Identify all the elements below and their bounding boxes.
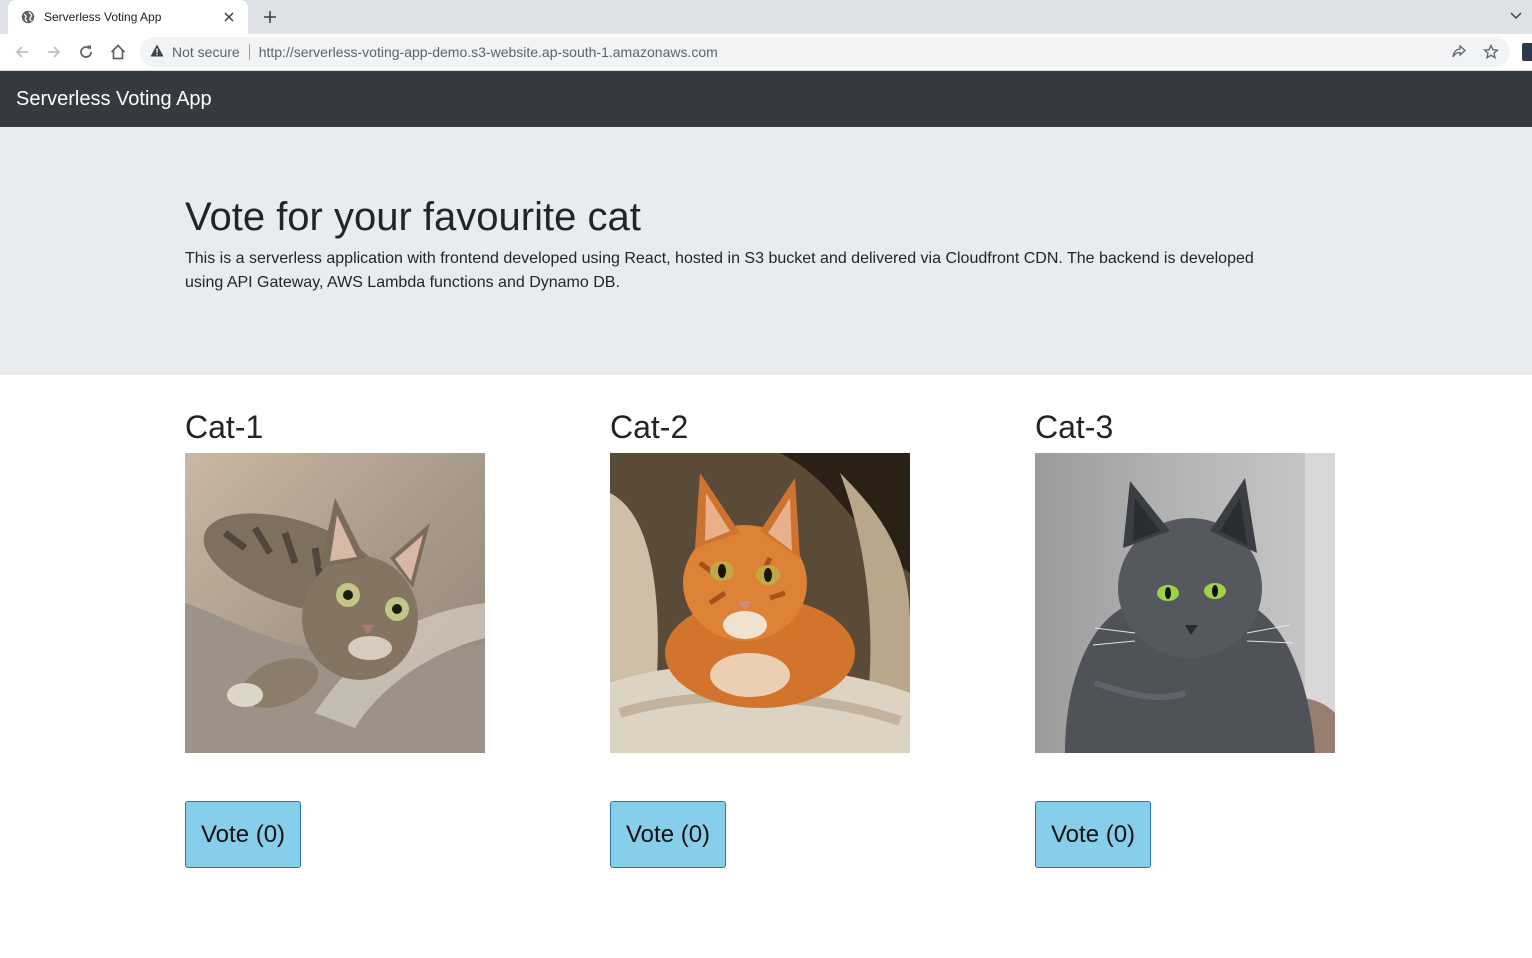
back-arrow-icon[interactable] <box>8 38 36 66</box>
vote-button[interactable]: Vote (0) <box>185 801 302 868</box>
cat-1-image <box>185 453 485 753</box>
browser-toolbar: Not secure http://serverless-voting-app-… <box>0 34 1532 71</box>
url-text[interactable]: http://serverless-voting-app-demo.s3-web… <box>259 44 718 60</box>
forward-arrow-icon[interactable] <box>40 38 68 66</box>
chevron-down-icon[interactable] <box>1504 5 1528 27</box>
cat-2-image <box>610 453 910 753</box>
navbar-brand[interactable]: Serverless Voting App <box>16 88 212 111</box>
extension-icon[interactable] <box>1522 43 1532 61</box>
page-title: Vote for your favourite cat <box>185 195 641 239</box>
tab-strip: Serverless Voting App <box>0 0 1532 34</box>
address-bar[interactable]: Not secure http://serverless-voting-app-… <box>140 37 1510 67</box>
tab-title: Serverless Voting App <box>44 10 162 24</box>
divider <box>248 44 250 60</box>
close-icon[interactable] <box>220 8 238 26</box>
globe-icon <box>20 9 36 25</box>
reload-icon[interactable] <box>72 38 100 66</box>
cat-name: Cat-3 <box>1035 409 1114 445</box>
hero-description: This is a serverless application with fr… <box>185 250 1254 291</box>
cat-card-grid: Cat-1 Vote (0) Cat-2 Vote (0) Cat-3 Vote… <box>185 405 1345 885</box>
security-label: Not secure <box>172 44 240 60</box>
cat-name: Cat-1 <box>185 409 264 445</box>
browser-tab[interactable]: Serverless Voting App <box>8 0 248 34</box>
home-icon[interactable] <box>104 38 132 66</box>
cat-name: Cat-2 <box>610 409 689 445</box>
security-indicator[interactable]: Not secure <box>150 44 240 60</box>
bookmark-star-icon[interactable] <box>1480 41 1502 63</box>
warning-icon <box>150 44 164 60</box>
new-tab-button[interactable] <box>258 5 282 29</box>
cat-card: Cat-3 Vote (0) <box>1035 405 1335 868</box>
vote-button[interactable]: Vote (0) <box>610 801 727 868</box>
vote-button[interactable]: Vote (0) <box>1035 801 1152 868</box>
app-navbar: Serverless Voting App <box>0 71 1532 127</box>
share-icon[interactable] <box>1448 41 1470 63</box>
cat-card: Cat-1 Vote (0) <box>185 405 485 868</box>
hero-section: Vote for your favourite cat This is a se… <box>0 127 1532 375</box>
cat-card: Cat-2 Vote (0) <box>610 405 910 868</box>
cat-3-image <box>1035 453 1335 753</box>
